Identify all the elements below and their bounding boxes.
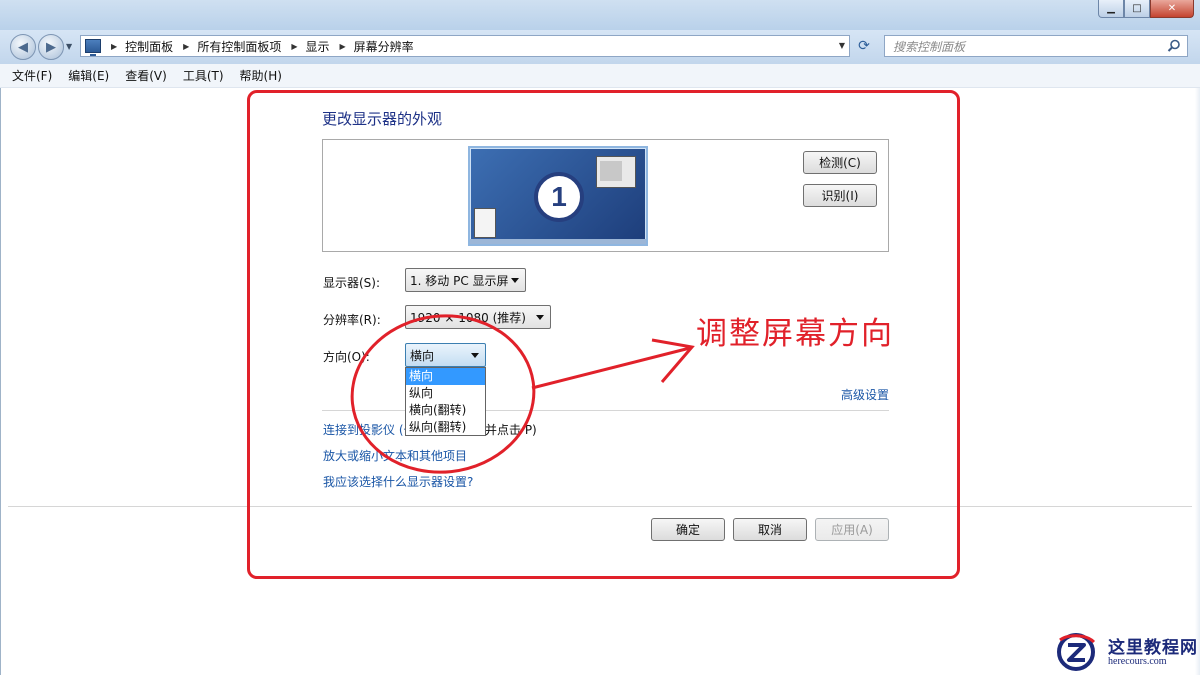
control-panel-icon xyxy=(85,39,101,56)
arrow-left-icon: ◀ xyxy=(18,39,28,55)
menu-view[interactable]: 查看(V) xyxy=(125,67,167,84)
refresh-icon: ⟳ xyxy=(858,38,870,54)
breadcrumb-separator-icon[interactable]: ▶ xyxy=(340,42,346,51)
search-placeholder: 搜索控制面板 xyxy=(893,39,966,54)
maximize-button[interactable]: □ xyxy=(1124,0,1150,18)
address-dropdown-icon[interactable]: ▼ xyxy=(839,41,845,50)
menu-help[interactable]: 帮助(H) xyxy=(240,67,282,84)
close-button[interactable]: ✕ xyxy=(1150,0,1194,18)
right-border xyxy=(1195,88,1200,675)
watermark-title: 这里教程网 xyxy=(1108,638,1198,658)
breadcrumb-display[interactable]: 显示 xyxy=(306,38,330,55)
back-button[interactable]: ◀ xyxy=(10,34,36,60)
title-bar: ▁ □ ✕ xyxy=(0,0,1200,30)
breadcrumb-screen-resolution[interactable]: 屏幕分辨率 xyxy=(354,38,414,55)
watermark-url: herecours.com xyxy=(1108,656,1167,667)
arrow-right-icon: ▶ xyxy=(46,39,56,55)
search-icon[interactable] xyxy=(1167,39,1181,53)
breadcrumb-all-items[interactable]: 所有控制面板项 xyxy=(197,38,281,55)
refresh-button[interactable]: ⟳ xyxy=(852,35,876,57)
menu-file[interactable]: 文件(F) xyxy=(12,67,52,84)
watermark: 这里教程网 herecours.com xyxy=(1052,630,1198,674)
breadcrumb-separator-icon[interactable]: ▶ xyxy=(111,42,117,51)
recent-pages-dropdown[interactable]: ▼ xyxy=(66,42,72,51)
breadcrumb-control-panel[interactable]: 控制面板 xyxy=(125,38,173,55)
breadcrumb-separator-icon[interactable]: ▶ xyxy=(291,42,297,51)
site-logo-icon xyxy=(1057,633,1096,671)
left-border xyxy=(0,88,1,675)
menu-edit[interactable]: 编辑(E) xyxy=(68,67,109,84)
minimize-button[interactable]: ▁ xyxy=(1098,0,1124,18)
navigation-bar: ◀ ▶ ▼ ▶ 控制面板 ▶ 所有控制面板项 ▶ 显示 ▶ 屏幕分辨率 ▼ ⟳ … xyxy=(0,30,1200,64)
forward-button[interactable]: ▶ xyxy=(38,34,64,60)
search-input[interactable]: 搜索控制面板 xyxy=(884,35,1188,57)
menu-tools[interactable]: 工具(T) xyxy=(183,67,224,84)
window-controls: ▁ □ ✕ xyxy=(1098,0,1194,18)
menu-bar: 文件(F) 编辑(E) 查看(V) 工具(T) 帮助(H) xyxy=(0,64,1200,88)
annotation-text: 调整屏幕方向 xyxy=(696,316,894,352)
address-bar[interactable]: ▶ 控制面板 ▶ 所有控制面板项 ▶ 显示 ▶ 屏幕分辨率 ▼ xyxy=(80,35,850,57)
breadcrumb-separator-icon[interactable]: ▶ xyxy=(183,42,189,51)
